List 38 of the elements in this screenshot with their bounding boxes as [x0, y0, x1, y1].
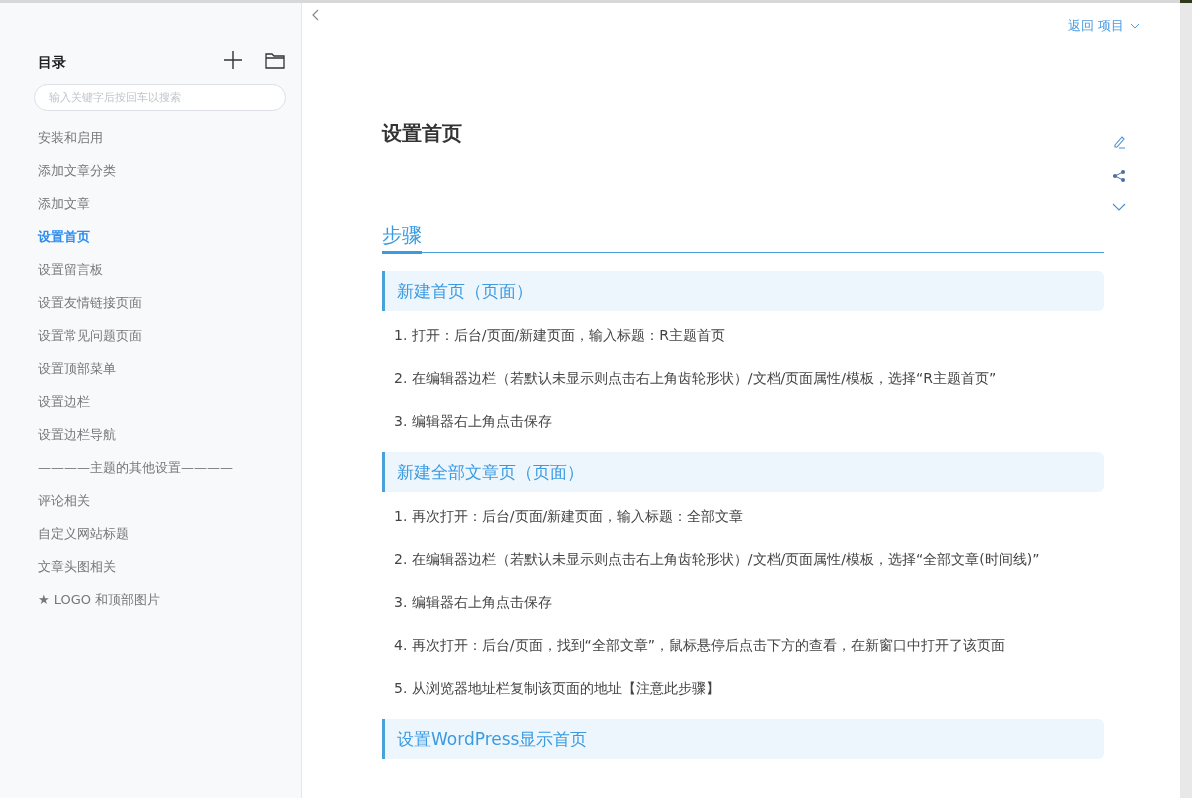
step-text: 1. 再次打开：后台/页面/新建页面，输入标题：全部文章	[393, 507, 745, 526]
subsection-heading: 新建首页（页面）	[382, 271, 1104, 311]
sidebar-item[interactable]: 设置顶部菜单	[38, 352, 285, 385]
sidebar-item[interactable]: 设置友情链接页面	[38, 286, 285, 319]
step-text: 1. 打开：后台/页面/新建页面，输入标题：R主题首页	[393, 326, 726, 345]
sidebar-item[interactable]: 设置首页	[38, 220, 285, 253]
step-text: 3. 编辑器右上角点击保存	[393, 593, 553, 612]
collapse-icon[interactable]	[312, 9, 320, 21]
subsection-heading: 新建全部文章页（页面）	[382, 452, 1104, 492]
step-text: 3. 编辑器右上角点击保存	[393, 412, 553, 431]
sidebar-item[interactable]: 自定义网站标题	[38, 517, 285, 550]
scrollbar[interactable]	[1180, 3, 1192, 798]
sidebar-item[interactable]: ★ LOGO 和顶部图片	[38, 583, 285, 616]
plus-icon[interactable]	[223, 50, 243, 70]
sidebar-separator-label: ————主题的其他设置————	[38, 459, 234, 477]
sidebar-item[interactable]: 添加文章	[38, 187, 285, 220]
sidebar-item[interactable]: 文章头图相关	[38, 550, 285, 583]
sidebar-item[interactable]: 评论相关	[38, 484, 285, 517]
back-to-project-link[interactable]: 返回 项目	[1067, 17, 1140, 35]
sidebar-item[interactable]: 设置边栏导航	[38, 418, 285, 451]
step-text: 2. 在编辑器边栏（若默认未显示则点击右上角齿轮形状）/文档/页面属性/模板，选择“R主题首页”	[393, 369, 998, 388]
sidebar-title: 目录	[38, 53, 67, 72]
chevron-down-icon[interactable]	[1112, 203, 1126, 211]
article-title: 设置首页	[382, 120, 462, 147]
edit-icon[interactable]	[1112, 135, 1126, 149]
folder-icon[interactable]	[265, 51, 285, 69]
step-text: 5. 从浏览器地址栏复制该页面的地址【注意此步骤】	[393, 679, 721, 698]
subsection-heading: 设置WordPress显示首页	[382, 719, 1104, 759]
sidebar-item[interactable]: 设置边栏	[38, 385, 285, 418]
sidebar-item[interactable]: 添加文章分类	[38, 154, 285, 187]
share-icon[interactable]	[1112, 169, 1126, 183]
sidebar-item[interactable]: 设置留言板	[38, 253, 285, 286]
sidebar-item[interactable]: 安装和启用	[38, 121, 285, 154]
step-text: 4. 再次打开：后台/页面，找到“全部文章”，鼠标悬停后点击下方的查看，在新窗口中打开了该页面	[393, 636, 1007, 655]
section-title: 步骤	[382, 220, 422, 254]
step-text: 2. 在编辑器边栏（若默认未显示则点击右上角齿轮形状）/文档/页面属性/模板，选择“全部文章(时间线)”	[393, 550, 1041, 569]
chevron-down-icon	[1130, 23, 1140, 29]
sidebar-item[interactable]: 设置常见问题页面	[38, 319, 285, 352]
